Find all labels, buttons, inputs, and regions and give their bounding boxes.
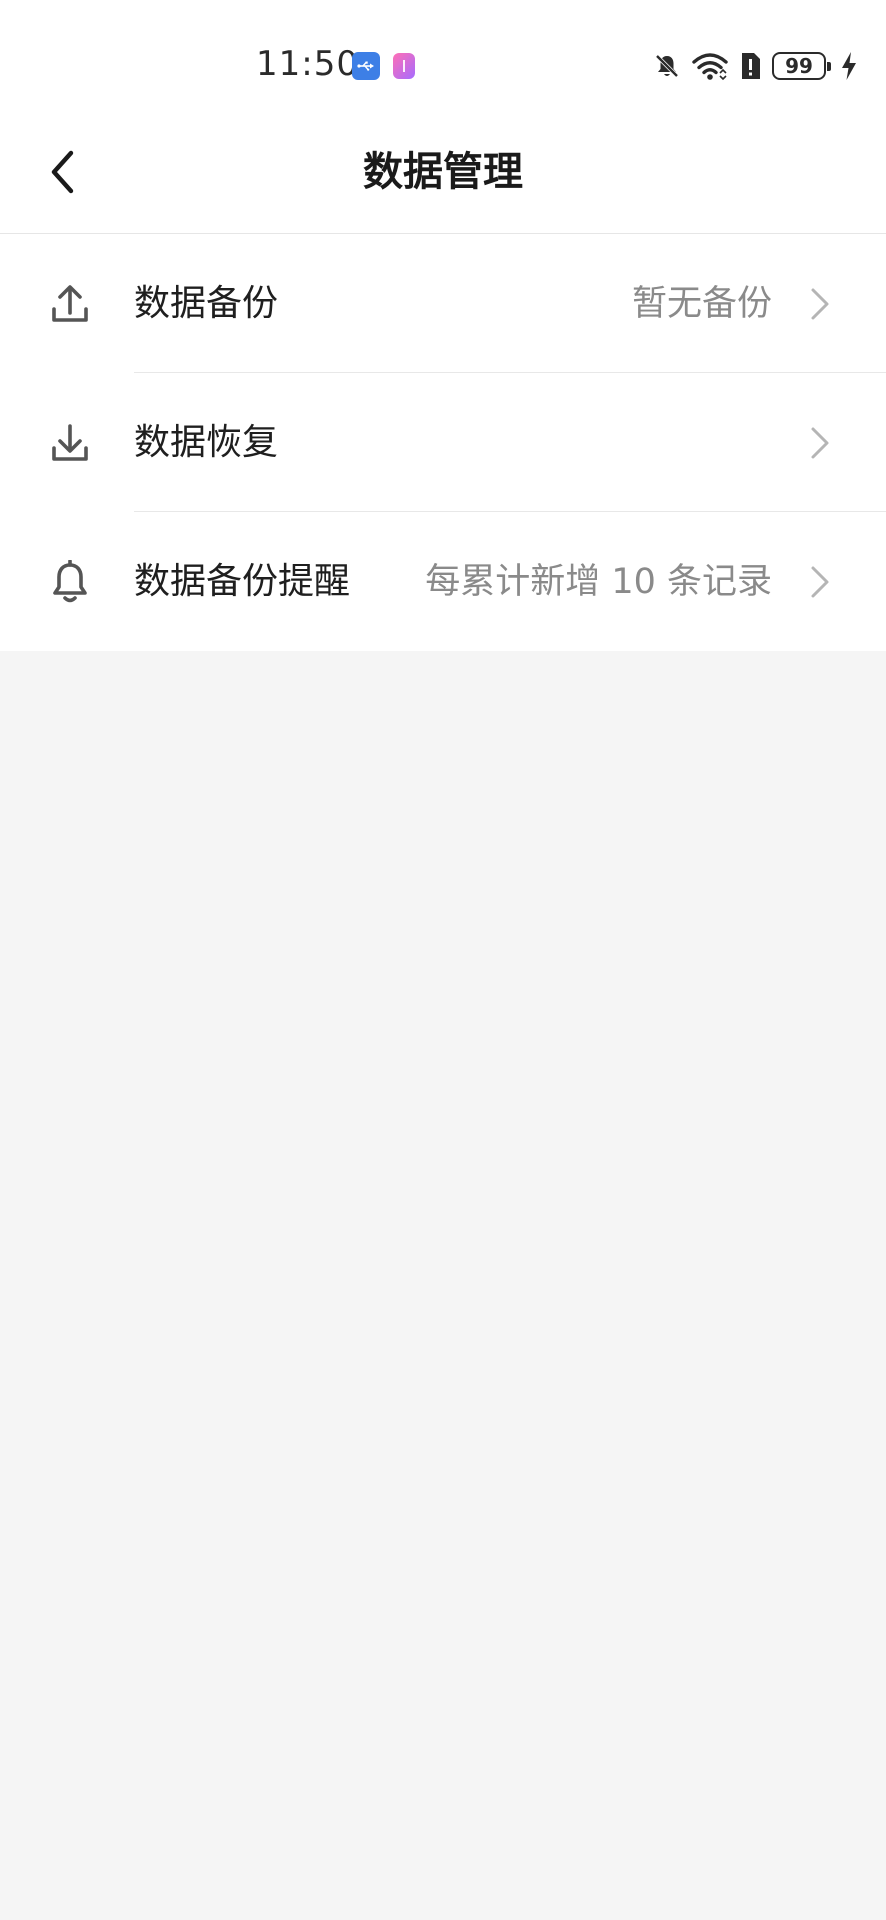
alert-icon bbox=[738, 51, 762, 81]
list-item-label: 数据恢复 bbox=[134, 421, 279, 463]
list-item-backup-reminder[interactable]: 数据备份提醒 每累计新增 10 条记录 bbox=[0, 512, 886, 651]
list-item-label: 数据备份 bbox=[134, 282, 279, 324]
bell-icon bbox=[48, 559, 92, 604]
list-item-data-backup[interactable]: 数据备份 暂无备份 bbox=[0, 234, 886, 373]
upload-icon bbox=[48, 282, 92, 326]
mute-bell-icon bbox=[652, 51, 682, 81]
charging-icon bbox=[840, 51, 858, 81]
wifi-icon bbox=[692, 51, 728, 81]
list-item-value: 暂无备份 bbox=[631, 283, 772, 324]
page-title: 数据管理 bbox=[363, 149, 523, 195]
chevron-right-icon bbox=[806, 423, 834, 463]
battery-icon: 99 bbox=[772, 52, 831, 80]
list-item-label: 数据备份提醒 bbox=[134, 560, 351, 602]
usb-icon bbox=[352, 52, 380, 80]
app-notification-icon bbox=[393, 53, 415, 79]
nav-bar: 数据管理 bbox=[0, 110, 886, 234]
list-item-value: 每累计新增 10 条记录 bbox=[425, 561, 772, 602]
chevron-right-icon bbox=[806, 562, 834, 602]
status-icons: 99 bbox=[652, 48, 858, 84]
download-icon bbox=[48, 421, 92, 465]
status-time: 11:50 bbox=[256, 44, 359, 84]
list-item-data-restore[interactable]: 数据恢复 bbox=[0, 373, 886, 512]
data-management-list: 数据备份 暂无备份 数据恢复 数据备份提醒 每累计新增 10 条记录 bbox=[0, 234, 886, 651]
screen: 11:50 99 数据管理 数据备份 暂无备份 数据恢复 数据备份提醒 每累计新… bbox=[0, 0, 886, 1920]
chevron-right-icon bbox=[806, 284, 834, 324]
battery-level: 99 bbox=[785, 54, 813, 78]
status-bar: 11:50 99 bbox=[0, 0, 886, 110]
